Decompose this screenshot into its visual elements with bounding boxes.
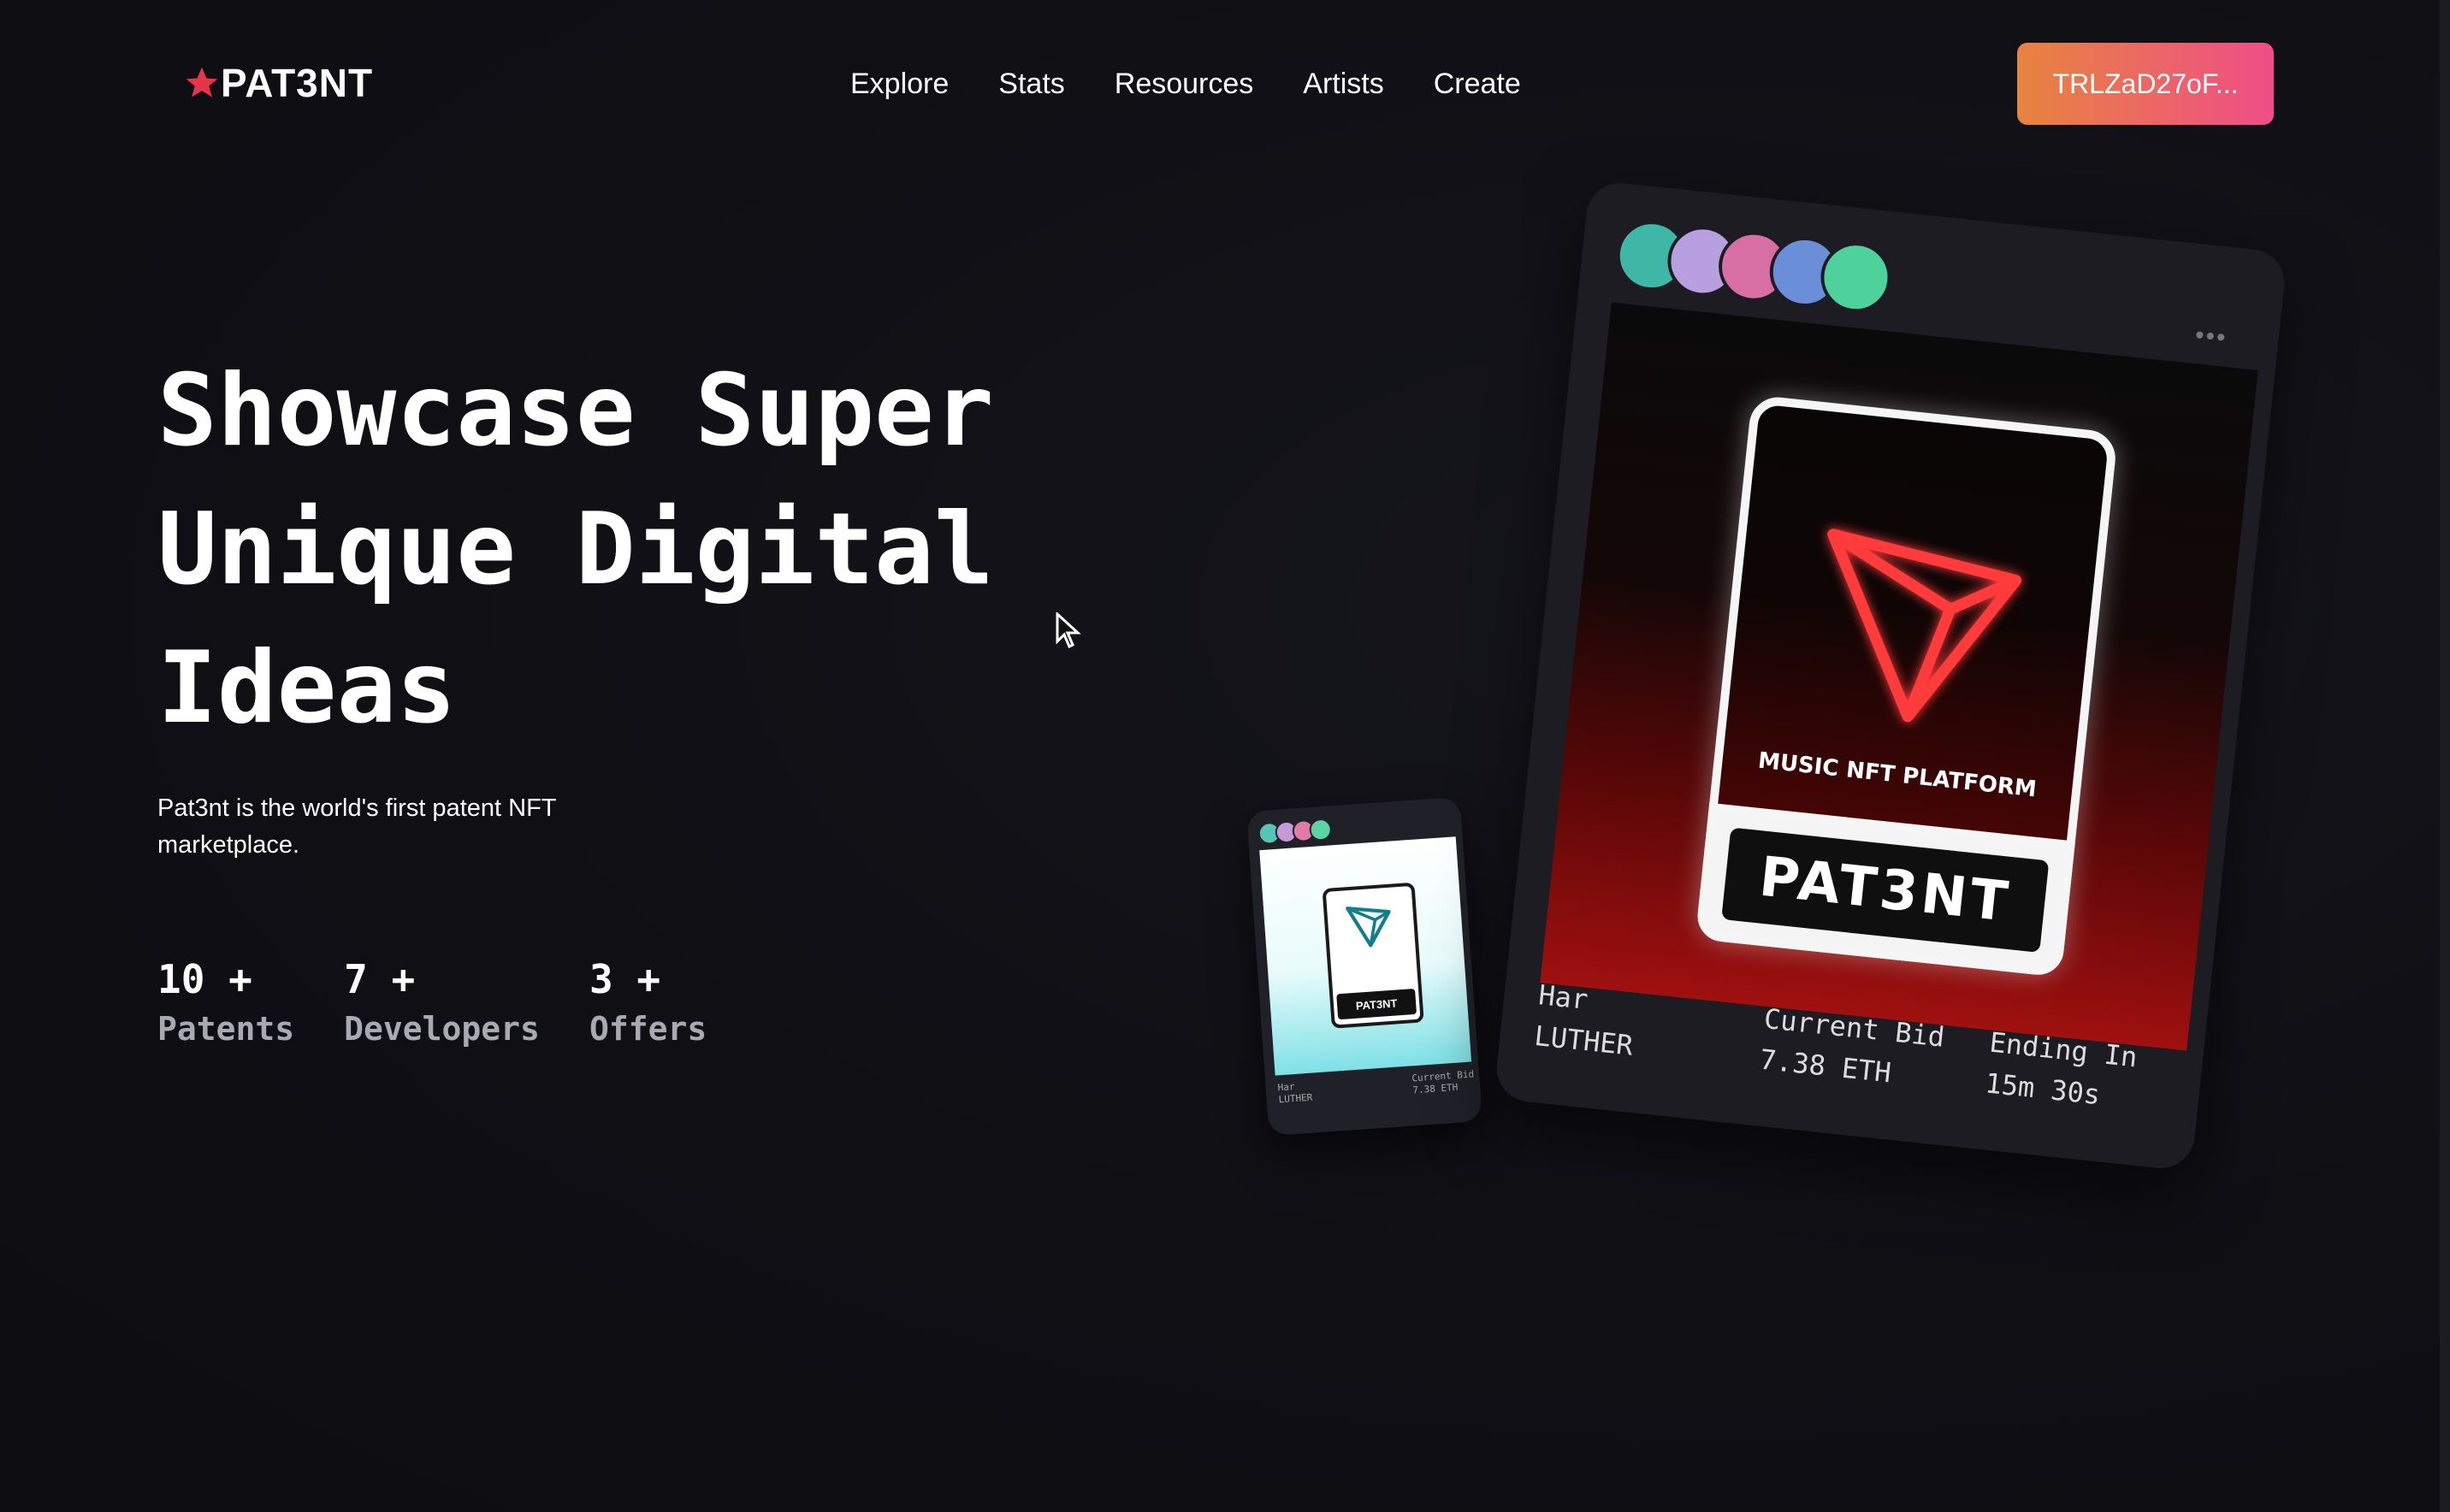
logo-text: PAT3NT — [221, 60, 373, 106]
more-dots-icon[interactable]: ••• — [2193, 321, 2228, 353]
small-nft-artwork: PAT3NT — [1259, 836, 1471, 1075]
art-brand-text: PAT3NT — [1721, 827, 2049, 953]
art-frame: MUSIC NFT PLATFORM PAT3NT — [1695, 394, 2119, 977]
star-icon — [183, 64, 221, 102]
hero-title: Showcase Super Unique Digital Ideas — [157, 342, 1098, 758]
nav-resources[interactable]: Resources — [1115, 63, 1254, 104]
stat-label: Offers — [589, 1004, 707, 1054]
logo[interactable]: PAT3NT — [183, 60, 373, 106]
wallet-address: TRLZaD27oF... — [2053, 68, 2239, 100]
avatar — [1309, 818, 1333, 842]
stat-offers: 3 + Offers — [589, 954, 707, 1054]
nft-card-featured[interactable]: ••• MUSIC NFT PLATFORM PAT3NT — [1494, 180, 2287, 1172]
small-artist: Har LUTHER — [1277, 1080, 1313, 1107]
wallet-button[interactable]: TRLZaD27oF... — [2017, 43, 2274, 125]
window-edge — [2440, 0, 2450, 1512]
nft-card-small[interactable]: PAT3NT Har LUTHER Current Bid 7.38 ETH — [1246, 797, 1482, 1137]
stat-patents: 10 + Patents — [157, 954, 294, 1054]
art-brand-plate: PAT3NT — [1695, 803, 2075, 977]
stat-label: Developers — [344, 1004, 540, 1054]
artist-last-name: LUTHER — [1278, 1092, 1313, 1107]
small-card-info: Har LUTHER Current Bid 7.38 ETH — [1277, 1068, 1475, 1106]
nft-artwork: MUSIC NFT PLATFORM PAT3NT — [1540, 303, 2258, 1051]
stats-row: 10 + Patents 7 + Developers 3 + Offers — [157, 954, 756, 1054]
nav-stats[interactable]: Stats — [998, 63, 1064, 104]
hero-title-line: Ideas — [157, 619, 1098, 758]
stat-developers: 7 + Developers — [344, 954, 540, 1054]
stat-value: 7 + — [344, 954, 540, 1004]
tron-logo-icon — [1796, 505, 2039, 741]
small-art-brand: PAT3NT — [1336, 989, 1417, 1019]
mouse-cursor-icon — [1056, 612, 1081, 648]
stat-value: 10 + — [157, 954, 294, 1004]
main-nav: Explore Stats Resources Artists Create — [850, 63, 1571, 104]
art-caption: MUSIC NFT PLATFORM — [1721, 744, 2073, 806]
small-bid: Current Bid 7.38 ETH — [1411, 1068, 1476, 1096]
hero-subtitle: Pat3nt is the world's first patent NFT m… — [157, 790, 636, 864]
tron-logo-icon — [1342, 899, 1397, 950]
nav-artists[interactable]: Artists — [1303, 63, 1383, 104]
hero-title-line: Unique Digital — [157, 481, 1098, 619]
stat-label: Patents — [157, 1004, 294, 1054]
avatar-group — [1613, 217, 1876, 314]
nav-explore[interactable]: Explore — [850, 63, 949, 104]
nav-create[interactable]: Create — [1434, 63, 1521, 104]
small-art-frame: PAT3NT — [1323, 883, 1424, 1029]
hero-title-line: Showcase Super — [157, 342, 1098, 481]
stat-value: 3 + — [589, 954, 707, 1004]
small-avatar-group — [1258, 818, 1328, 846]
